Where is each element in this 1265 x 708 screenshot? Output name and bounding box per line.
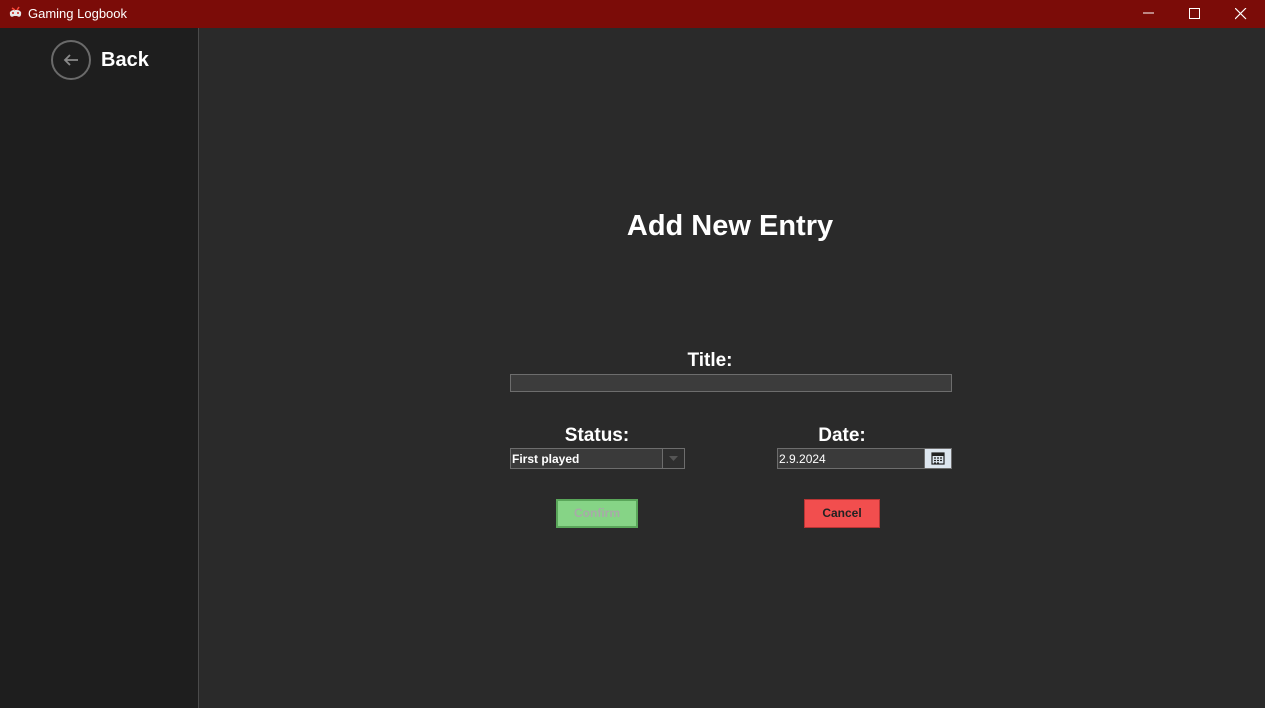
close-button[interactable] (1218, 0, 1264, 28)
maximize-icon (1189, 8, 1200, 19)
date-value: 2.9.2024 (779, 452, 826, 466)
status-dropdown[interactable]: First played (510, 448, 685, 469)
minimize-icon (1143, 12, 1154, 14)
window-title: Gaming Logbook (28, 6, 128, 21)
sidebar: Back (0, 28, 199, 708)
title-bar: Gaming Logbook (0, 0, 1265, 28)
date-label: Date: (818, 425, 866, 446)
minimize-button[interactable] (1126, 0, 1172, 28)
title-input[interactable] (510, 374, 952, 392)
back-arrow-icon (51, 40, 91, 80)
date-field[interactable]: 2.9.2024 (777, 448, 952, 469)
maximize-button[interactable] (1172, 0, 1218, 28)
calendar-button[interactable] (924, 449, 951, 468)
calendar-icon (931, 452, 945, 465)
app-icon (8, 6, 23, 21)
cancel-button[interactable]: Cancel (804, 499, 880, 528)
confirm-button[interactable]: Confirm (556, 499, 638, 528)
back-button[interactable]: Back (51, 40, 161, 84)
chevron-down-icon (669, 456, 678, 461)
back-label: Back (101, 49, 149, 71)
status-label: Status: (564, 425, 630, 446)
close-icon (1235, 8, 1247, 20)
page-title: Add New Entry (626, 210, 834, 242)
title-label: Title: (687, 350, 733, 371)
dropdown-arrow-button[interactable] (662, 449, 684, 468)
status-selected-value: First played (512, 452, 580, 466)
